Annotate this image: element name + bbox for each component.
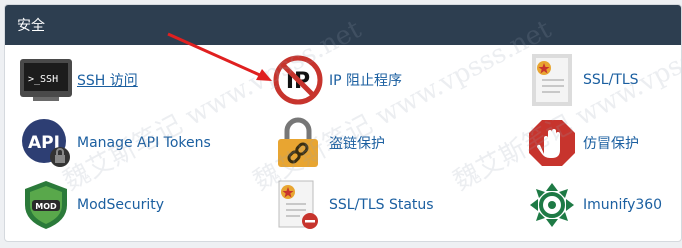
ip-blocker-icon: IP (271, 53, 325, 107)
certificate-icon (525, 53, 579, 107)
api-lock-icon: API (19, 116, 73, 170)
security-panel: 安全 >_SSH SSH 访问 IP 阻止程序 SSL/TLS API Mana… (4, 4, 682, 242)
ssl-tls-status-item[interactable]: SSL/TLS Status (271, 177, 434, 233)
panel-title: 安全 (17, 18, 45, 34)
ssl-tls-item[interactable]: SSL/TLS (525, 52, 639, 108)
hotlink-protection-item[interactable]: 盗链保护 (271, 115, 385, 171)
certificate-status-icon (271, 178, 325, 232)
security-grid: >_SSH SSH 访问 IP IP 阻止程序 (5, 14, 681, 241)
ssl-tls-label: SSL/TLS (583, 72, 639, 88)
stop-hand-icon (525, 116, 579, 170)
leech-protection-label: 仿冒保护 (583, 136, 639, 152)
ssh-access-item[interactable]: >_SSH SSH 访问 (19, 52, 138, 108)
padlock-chain-icon (271, 116, 325, 170)
hotlink-protection-label: 盗链保护 (329, 136, 385, 152)
ip-blocker-label: IP 阻止程序 (329, 73, 403, 89)
imunify360-label: Imunify360 (583, 197, 663, 213)
leech-protection-item[interactable]: 仿冒保护 (525, 115, 639, 171)
mod-text: MOD (35, 202, 57, 211)
imunify360-item[interactable]: Imunify360 (525, 177, 662, 233)
manage-api-tokens-label: Manage API Tokens (77, 135, 211, 151)
modsecurity-shield-icon: MOD (19, 178, 73, 232)
imunify360-logo-icon (525, 178, 579, 232)
terminal-text: >_SSH (28, 74, 58, 85)
manage-api-tokens-item[interactable]: API Manage API Tokens (19, 115, 211, 171)
ip-blocker-item[interactable]: IP IP 阻止程序 (271, 52, 402, 108)
ssl-tls-status-label: SSL/TLS Status (329, 197, 434, 213)
terminal-ssh-icon: >_SSH (19, 53, 73, 107)
modsecurity-item[interactable]: MOD ModSecurity (19, 177, 164, 233)
ssh-access-label: SSH 访问 (77, 73, 138, 89)
modsecurity-label: ModSecurity (77, 197, 165, 213)
panel-header: 安全 (5, 5, 681, 45)
